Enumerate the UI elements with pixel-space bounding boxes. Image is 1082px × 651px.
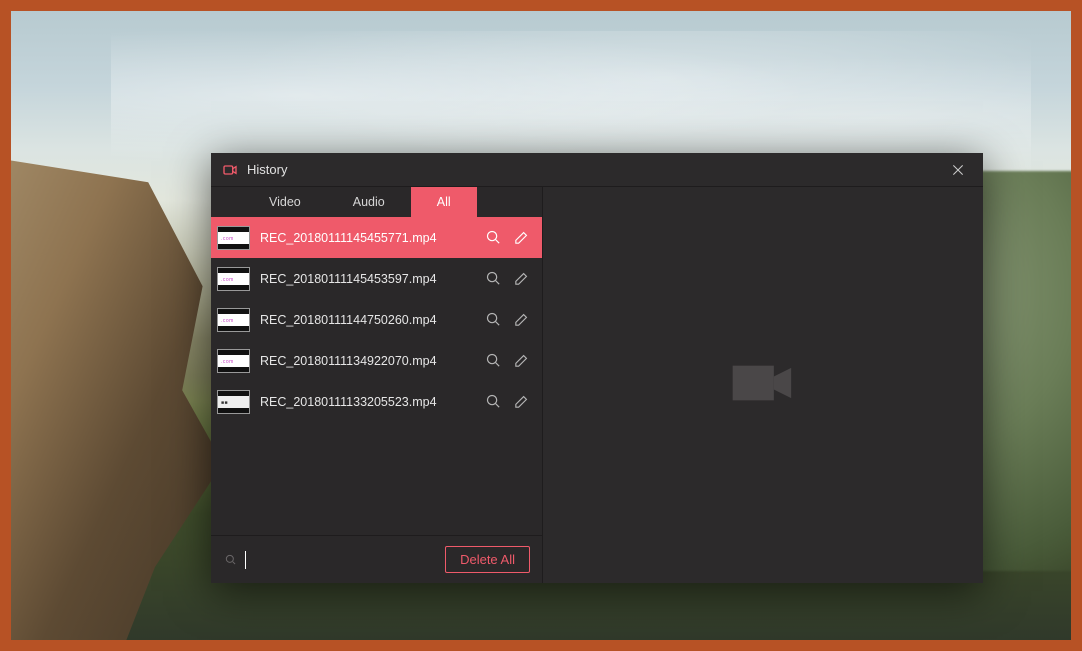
edit-button[interactable] [512,270,530,288]
app-record-icon [221,161,239,179]
file-list: .com REC_20180111145455771.mp4 .c [211,217,542,535]
list-item[interactable]: .com REC_20180111145453597.mp4 [211,258,542,299]
footer-row: Delete All [211,535,542,583]
edit-icon [513,311,530,328]
filename-label: REC_20180111145455771.mp4 [260,231,474,245]
edit-icon [513,229,530,246]
edit-button[interactable] [512,352,530,370]
close-button[interactable] [943,155,973,185]
outer-frame: History Video Audio All .com REC_2018011… [0,0,1082,651]
edit-button[interactable] [512,311,530,329]
video-thumbnail: .com [217,349,250,373]
titlebar[interactable]: History [211,153,983,187]
magnifier-icon [485,270,502,287]
magnifier-icon [485,229,502,246]
edit-button[interactable] [512,229,530,247]
history-dialog: History Video Audio All .com REC_2018011… [211,153,983,583]
list-item[interactable]: ■■ REC_20180111133205523.mp4 [211,381,542,422]
filename-label: REC_20180111144750260.mp4 [260,313,474,327]
video-thumbnail: .com [217,267,250,291]
tab-audio[interactable]: Audio [327,187,411,217]
preview-pane [543,187,983,583]
filename-label: REC_20180111134922070.mp4 [260,354,474,368]
tabs: Video Audio All [211,187,542,217]
magnifier-icon [485,352,502,369]
preview-button[interactable] [484,352,502,370]
filename-label: REC_20180111133205523.mp4 [260,395,474,409]
video-thumbnail: .com [217,308,250,332]
edit-button[interactable] [512,393,530,411]
edit-icon [513,393,530,410]
window-title: History [247,162,287,177]
search-input[interactable] [245,551,439,569]
magnifier-icon [485,393,502,410]
edit-icon [513,352,530,369]
list-item[interactable]: .com REC_20180111144750260.mp4 [211,299,542,340]
video-thumbnail: ■■ [217,390,250,414]
close-icon [950,162,966,178]
preview-button[interactable] [484,311,502,329]
list-item[interactable]: .com REC_20180111134922070.mp4 [211,340,542,381]
filename-label: REC_20180111145453597.mp4 [260,272,474,286]
preview-button[interactable] [484,270,502,288]
edit-icon [513,270,530,287]
magnifier-icon [485,311,502,328]
preview-button[interactable] [484,393,502,411]
tab-video[interactable]: Video [211,187,327,217]
search-icon [223,552,239,568]
camera-placeholder-icon [728,357,798,414]
list-item[interactable]: .com REC_20180111145455771.mp4 [211,217,542,258]
preview-button[interactable] [484,229,502,247]
delete-all-button[interactable]: Delete All [445,546,530,573]
left-pane: Video Audio All .com REC_201801111454557… [211,187,543,583]
tab-all[interactable]: All [411,187,477,217]
video-thumbnail: .com [217,226,250,250]
